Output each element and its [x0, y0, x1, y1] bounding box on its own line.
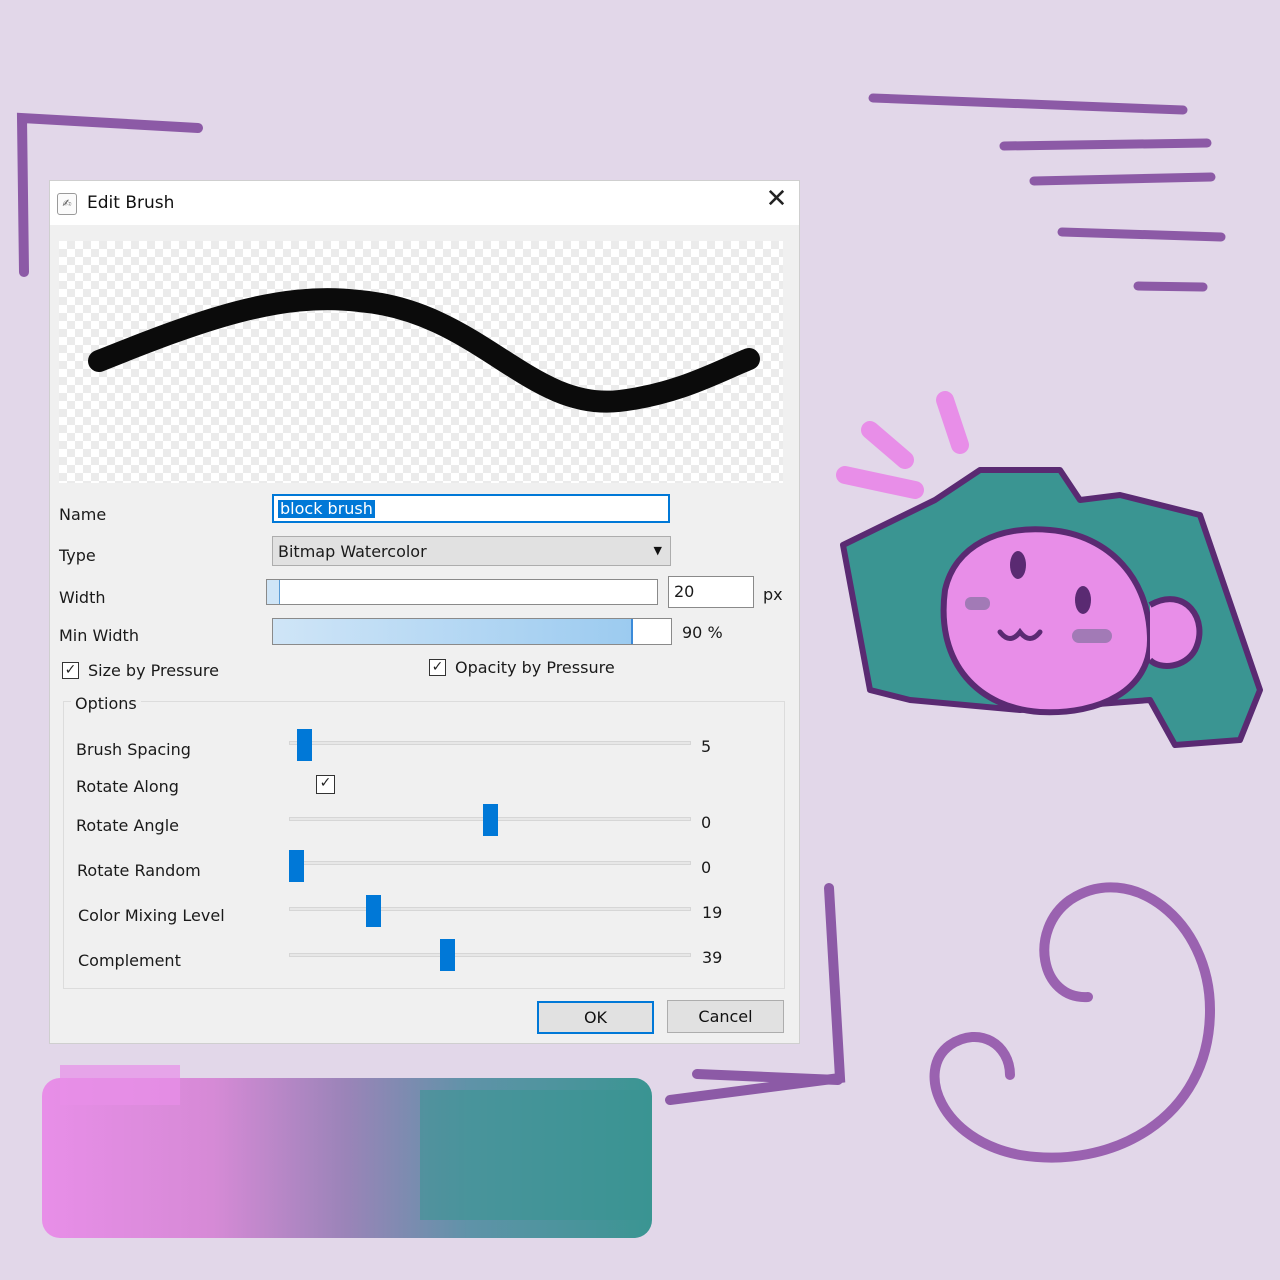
ok-button[interactable]: OK — [537, 1001, 654, 1034]
width-slider-fill — [267, 580, 280, 604]
rotate-random-slider[interactable] — [289, 861, 691, 865]
min-width-slider-fill — [273, 619, 633, 644]
color-mixing-level-slider[interactable] — [289, 907, 691, 911]
min-width-label: Min Width — [59, 626, 139, 645]
type-select-value: Bitmap Watercolor — [278, 542, 427, 561]
app-icon: ✍ — [57, 193, 77, 215]
close-icon: ✕ — [765, 184, 788, 214]
min-width-slider[interactable] — [272, 618, 672, 645]
checkmark-icon: ✓ — [431, 659, 444, 675]
name-input-value: block brush — [278, 499, 375, 518]
color-mixing-level-value: 19 — [702, 903, 723, 922]
brush-spacing-label: Brush Spacing — [76, 740, 191, 759]
brush-spacing-slider-thumb[interactable] — [297, 729, 312, 761]
rotate-random-slider-thumb[interactable] — [289, 850, 304, 882]
size-by-pressure-checkbox[interactable]: ✓ — [62, 662, 79, 679]
cancel-button[interactable]: Cancel — [667, 1000, 784, 1033]
options-group-title: Options — [71, 694, 141, 713]
size-by-pressure-label: Size by Pressure — [88, 661, 219, 680]
width-input-value: 20 — [674, 582, 695, 601]
opacity-by-pressure-label: Opacity by Pressure — [455, 658, 615, 677]
speed-lines — [868, 93, 1226, 292]
preview-stroke — [88, 288, 760, 413]
brush-spacing-value: 5 — [701, 737, 712, 756]
opacity-by-pressure-checkbox[interactable]: ✓ — [429, 659, 446, 676]
rotate-angle-label: Rotate Angle — [76, 816, 179, 835]
complement-slider-thumb[interactable] — [440, 939, 455, 971]
brush-spacing-slider[interactable] — [289, 741, 691, 745]
min-width-value: 90 % — [682, 623, 723, 642]
rotate-angle-value: 0 — [701, 813, 712, 832]
checkmark-icon: ✓ — [319, 775, 332, 791]
color-swatch-strip — [42, 1065, 652, 1238]
type-label: Type — [59, 546, 96, 565]
width-unit: px — [763, 585, 783, 604]
width-input[interactable]: 20 — [668, 576, 754, 608]
character-sketch — [836, 391, 1263, 748]
complement-slider[interactable] — [289, 953, 691, 957]
rotate-random-value: 0 — [701, 858, 712, 877]
rotate-random-label: Rotate Random — [77, 861, 201, 880]
width-slider[interactable] — [266, 579, 658, 605]
complement-value: 39 — [702, 948, 723, 967]
brush-stroke-preview — [59, 241, 783, 483]
rotate-along-checkbox[interactable]: ✓ — [316, 775, 335, 794]
close-button[interactable]: ✕ — [754, 181, 799, 217]
name-input[interactable]: block brush — [272, 494, 670, 523]
rotate-angle-slider-thumb[interactable] — [483, 804, 498, 836]
checkmark-icon: ✓ — [64, 662, 77, 678]
color-mixing-level-slider-thumb[interactable] — [366, 895, 381, 927]
color-mixing-level-label: Color Mixing Level — [78, 906, 225, 925]
name-label: Name — [59, 505, 107, 524]
title-bar[interactable]: ✍ Edit Brush ✕ — [50, 181, 799, 225]
edit-brush-dialog: ✍ Edit Brush ✕ Name block brush Type Bit… — [50, 181, 799, 1043]
spiral-stroke — [929, 882, 1216, 1163]
type-select[interactable]: Bitmap Watercolor ▼ — [272, 536, 671, 566]
chevron-down-icon: ▼ — [653, 544, 662, 557]
complement-label: Complement — [78, 951, 181, 970]
dialog-title: Edit Brush — [87, 193, 175, 213]
width-label: Width — [59, 588, 106, 607]
rotate-along-label: Rotate Along — [76, 777, 179, 796]
